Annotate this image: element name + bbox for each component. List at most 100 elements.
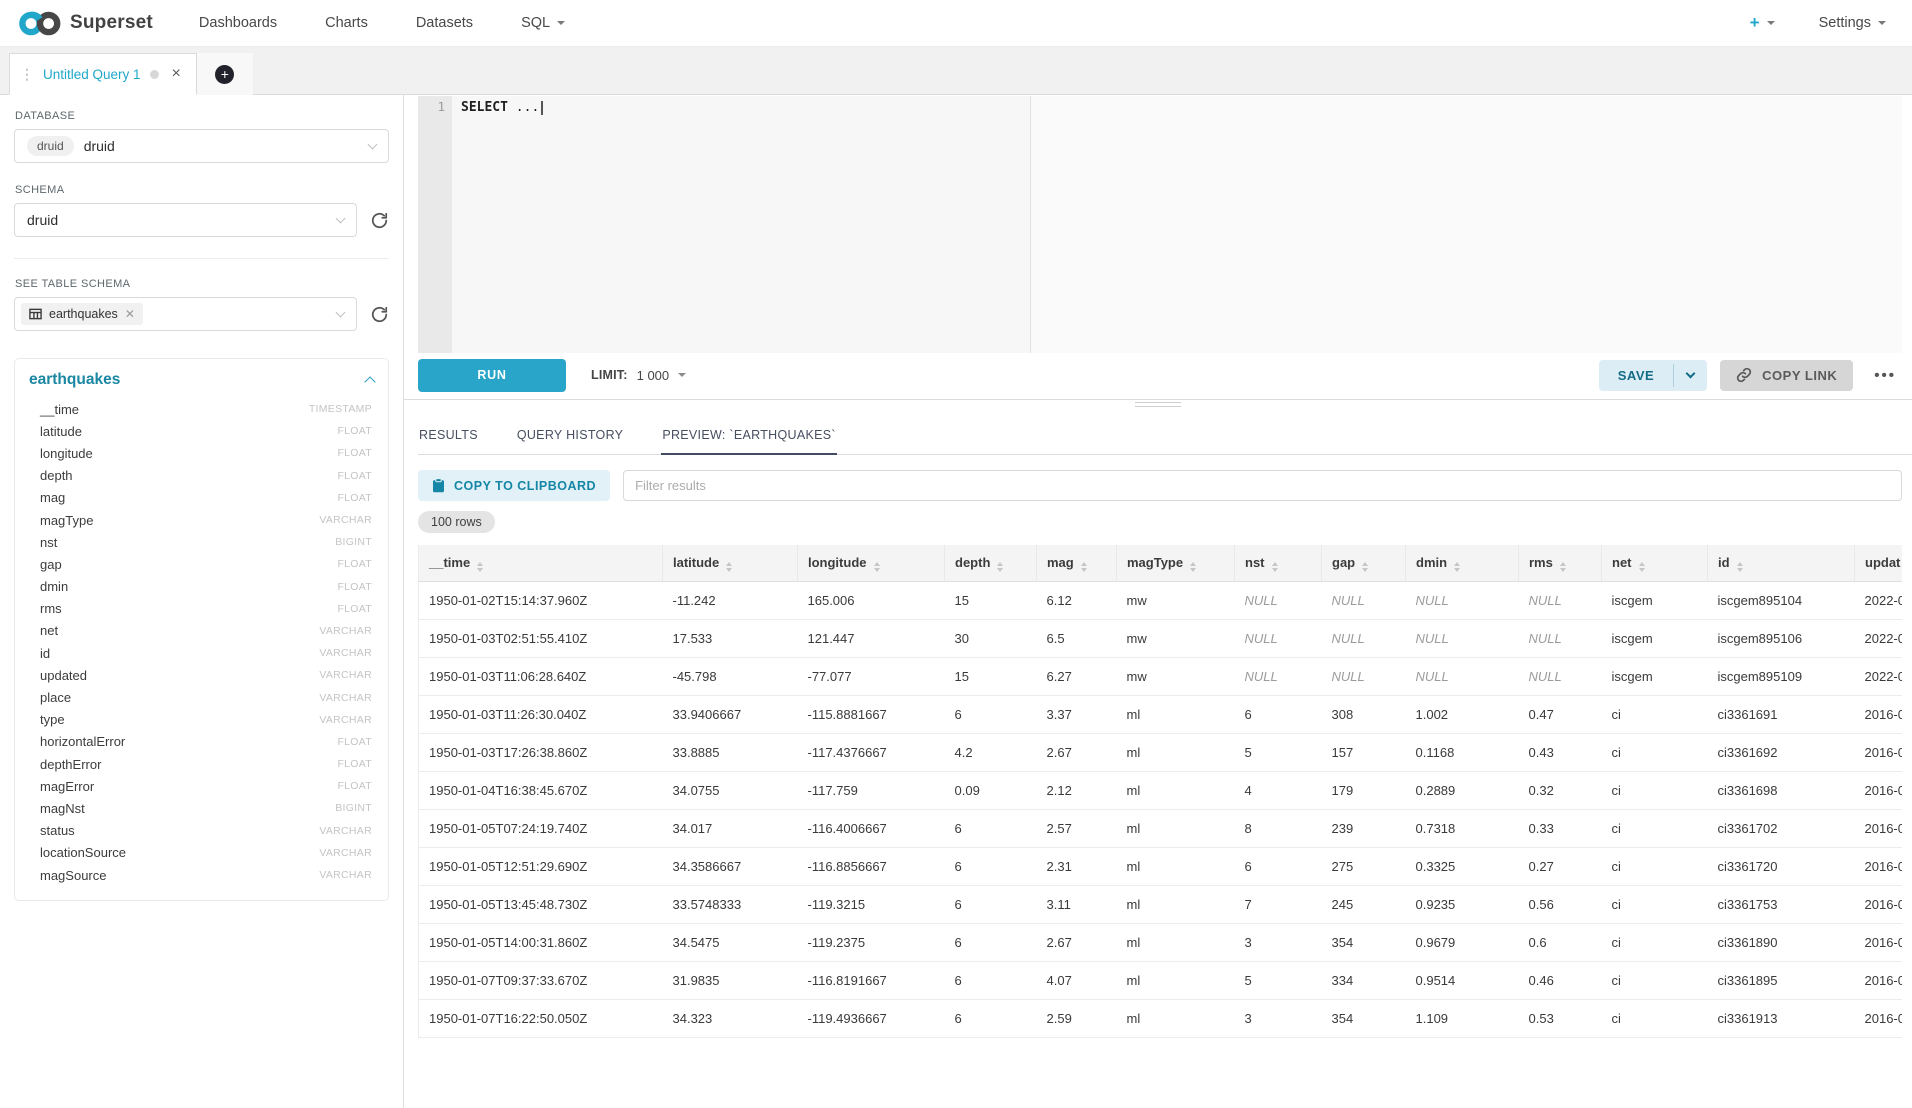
grid-cell: iscgem [1602,582,1708,620]
settings-menu[interactable]: Settings [1819,15,1886,31]
sort-icons[interactable] [1190,562,1196,572]
sort-icons[interactable] [477,562,483,572]
schema-select[interactable]: druid [14,203,357,237]
schema-column[interactable]: nstBIGINT [29,531,374,553]
remove-tag-icon[interactable]: ✕ [125,308,135,320]
grid-header-cell[interactable]: dmin [1406,545,1519,582]
schema-column[interactable]: netVARCHAR [29,620,374,642]
save-options-button[interactable] [1674,360,1707,391]
grid-header-cell[interactable]: longitude [798,545,945,582]
table-row[interactable]: 1950-01-03T11:26:30.040Z33.9406667-115.8… [419,696,1903,734]
add-tab-button[interactable]: + [215,65,234,84]
sql-editor[interactable]: 1 SELECT ... [418,96,1902,353]
filter-results-input[interactable] [623,470,1902,501]
drag-handle-icon[interactable]: ⋮ [20,66,34,83]
table-row[interactable]: 1950-01-05T12:51:29.690Z34.3586667-116.8… [419,848,1903,886]
schema-column[interactable]: gapFLOAT [29,553,374,575]
sort-icons[interactable] [874,562,880,572]
grid-header-cell[interactable]: gap [1322,545,1406,582]
schema-column[interactable]: horizontalErrorFLOAT [29,731,374,753]
sort-icons[interactable] [1081,562,1087,572]
table-row[interactable]: 1950-01-05T07:24:19.740Z34.017-116.40066… [419,810,1903,848]
superset-logo[interactable]: Superset [18,10,153,37]
resize-grip[interactable] [1135,402,1181,409]
table-row[interactable]: 1950-01-07T16:22:50.050Z34.323-119.49366… [419,1000,1903,1038]
menu-sql[interactable]: SQL [521,15,565,31]
tab-query-history[interactable]: QUERY HISTORY [516,418,624,454]
sort-icons[interactable] [1272,562,1278,572]
grid-header-cell[interactable]: latitude [663,545,798,582]
menu-dashboards[interactable]: Dashboards [199,15,277,31]
sort-icons[interactable] [1362,562,1368,572]
table-row[interactable]: 1950-01-02T15:14:37.960Z-11.242165.00615… [419,582,1903,620]
copy-to-clipboard-button[interactable]: COPY TO CLIPBOARD [418,470,610,501]
menu-datasets[interactable]: Datasets [416,15,473,31]
schema-column[interactable]: depthFLOAT [29,465,374,487]
grid-header-cell[interactable]: nst [1235,545,1322,582]
grid-header-cell[interactable]: rms [1519,545,1602,582]
schema-column[interactable]: locationSourceVARCHAR [29,842,374,864]
grid-header-cell[interactable]: depth [945,545,1037,582]
schema-column[interactable]: magTypeVARCHAR [29,509,374,531]
grid-cell: 8 [1235,810,1322,848]
grid-cell: 2016-0 [1855,962,1903,1000]
schema-column[interactable]: dminFLOAT [29,576,374,598]
collapse-icon[interactable] [364,376,375,387]
grid-header-label: dmin [1416,555,1447,570]
sort-icons[interactable] [1737,562,1743,572]
schema-column[interactable]: placeVARCHAR [29,686,374,708]
grid-header-cell[interactable]: id [1708,545,1855,582]
run-button[interactable]: RUN [418,359,566,392]
grid-cell: 15 [945,582,1037,620]
sort-icons[interactable] [1639,562,1645,572]
grid-header-cell[interactable]: magType [1117,545,1235,582]
schema-column[interactable]: updatedVARCHAR [29,664,374,686]
database-select[interactable]: druid druid [14,129,389,163]
limit-dropdown[interactable]: LIMIT: 1 000 [591,368,686,383]
table-row[interactable]: 1950-01-03T02:51:55.410Z17.533121.447306… [419,620,1903,658]
sort-icons[interactable] [1454,562,1460,572]
schema-column[interactable]: rmsFLOAT [29,598,374,620]
sort-icons[interactable] [997,562,1003,572]
table-row[interactable]: 1950-01-05T14:00:31.860Z34.5475-119.2375… [419,924,1903,962]
grid-header-cell[interactable]: __time [419,545,663,582]
table-select[interactable]: earthquakes ✕ [14,297,357,331]
schema-column[interactable]: typeVARCHAR [29,709,374,731]
table-row[interactable]: 1950-01-03T17:26:38.860Z33.8885-117.4376… [419,734,1903,772]
table-row[interactable]: 1950-01-05T13:45:48.730Z33.5748333-119.3… [419,886,1903,924]
close-icon[interactable]: × [172,66,181,82]
column-type: TIMESTAMP [309,403,372,415]
schema-column[interactable]: magNstBIGINT [29,797,374,819]
grid-header-cell[interactable]: net [1602,545,1708,582]
tab-results[interactable]: RESULTS [418,418,479,454]
grid-header-cell[interactable]: mag [1037,545,1117,582]
table-row[interactable]: 1950-01-03T11:06:28.640Z-45.798-77.07715… [419,658,1903,696]
schema-column[interactable]: magFLOAT [29,487,374,509]
sort-icons[interactable] [1560,562,1566,572]
grid-cell: NULL [1322,620,1406,658]
table-row[interactable]: 1950-01-04T16:38:45.670Z34.0755-117.7590… [419,772,1903,810]
schema-column[interactable]: statusVARCHAR [29,820,374,842]
more-actions-button[interactable]: ••• [1868,366,1902,385]
copy-link-button[interactable]: COPY LINK [1720,360,1853,391]
sort-icons[interactable] [726,562,732,572]
save-button[interactable]: SAVE [1599,360,1673,391]
tab-preview-earthquakes[interactable]: PREVIEW: `EARTHQUAKES` [661,418,837,455]
table-row[interactable]: 1950-01-07T09:37:33.670Z31.9835-116.8191… [419,962,1903,1000]
refresh-schemas-button[interactable] [370,211,389,230]
new-item-dropdown[interactable]: + [1750,13,1775,33]
schema-column[interactable]: longitudeFLOAT [29,442,374,464]
editor-code-area[interactable]: SELECT ... [452,96,1902,353]
grid-header-cell[interactable]: updat [1855,545,1903,582]
schema-column[interactable]: idVARCHAR [29,642,374,664]
schema-column[interactable]: magErrorFLOAT [29,775,374,797]
schema-column[interactable]: latitudeFLOAT [29,420,374,442]
schema-column[interactable]: __timeTIMESTAMP [29,398,374,420]
refresh-tables-button[interactable] [370,305,389,324]
menu-charts[interactable]: Charts [325,15,368,31]
query-tab-active[interactable]: ⋮ Untitled Query 1 × [9,53,197,95]
schema-column[interactable]: magSourceVARCHAR [29,864,374,886]
schema-column[interactable]: depthErrorFLOAT [29,753,374,775]
grid-cell: 6 [1235,848,1322,886]
grid-cell: -119.3215 [798,886,945,924]
